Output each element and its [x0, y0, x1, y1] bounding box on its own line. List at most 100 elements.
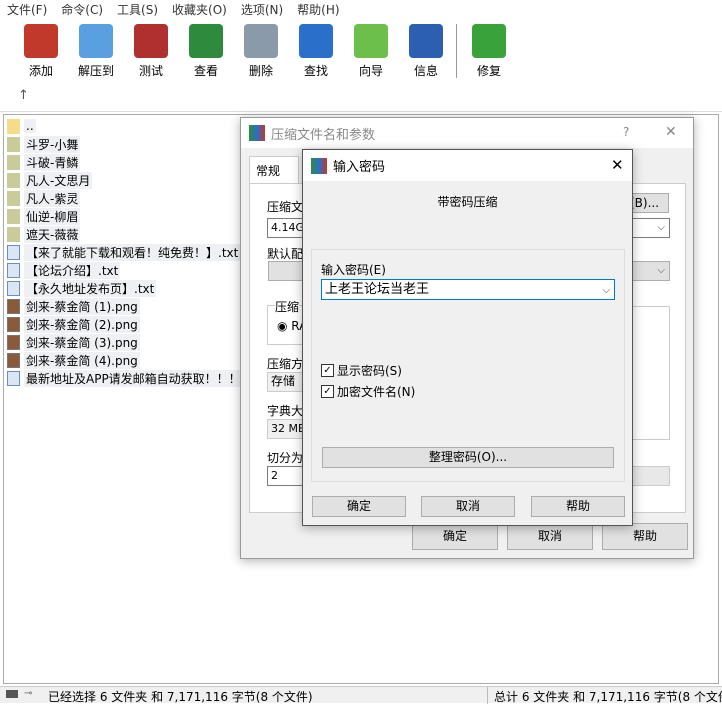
organize-passwords-button[interactable]: 整理密码(O)... [322, 447, 614, 468]
toolbar-button-label: 向导 [358, 64, 383, 78]
toolbar-button-5[interactable]: 查找 [291, 24, 341, 79]
checkbox-checked-icon[interactable]: ✓ [321, 364, 334, 377]
menu-tools[interactable]: 工具(S) [110, 0, 165, 18]
title-bar: 压缩文件名和参数 ? ✕ [241, 118, 693, 148]
file-name: 凡人-紫灵 [24, 189, 81, 207]
toolbar-button-7[interactable]: 信息 [401, 24, 451, 79]
archive-name-label: 压缩文 [267, 200, 304, 214]
magic-wand-icon [354, 24, 388, 58]
checkbox-checked-icon[interactable]: ✓ [321, 385, 334, 398]
password-dialog: 输入密码 ✕ 带密码压缩 输入密码(E) 上老王论坛当老王 ⌵ ✓ 显示密码(S) … [302, 149, 633, 526]
book-icon [189, 24, 223, 58]
file-name: 剑来-蔡金简 (3).png [24, 333, 140, 351]
toolbar-button-3[interactable]: 查看 [181, 24, 231, 79]
list-item[interactable]: 剑来-蔡金简 (2).png [7, 315, 140, 333]
toolbar: ↑ 添加 解压到 测试 查看 删除 查找 向导 信息 修复 [0, 18, 722, 112]
update-mode-select[interactable]: ⌵ [629, 218, 670, 238]
help-button[interactable]: 帮助 [531, 496, 625, 517]
toolbar-button-0[interactable]: 添加 [16, 24, 66, 79]
text-file-icon [7, 262, 20, 278]
list-item[interactable]: 剑来-蔡金简 (3).png [7, 333, 140, 351]
tab-general[interactable]: 常规 [249, 156, 299, 184]
help-icon[interactable]: ? [623, 125, 629, 139]
menu-options[interactable]: 选项(N) [234, 0, 290, 18]
file-name: 【来了就能下载和观看！纯免费！】.txt [24, 243, 241, 261]
split-input[interactable]: 2 [267, 466, 307, 486]
dictionary-label: 字典大 [267, 404, 304, 418]
cancel-button[interactable]: 取消 [421, 496, 515, 517]
magnifier-icon [299, 24, 333, 58]
dictionary-select[interactable]: 32 MB [267, 419, 307, 439]
file-name: .. [24, 119, 36, 133]
list-item[interactable]: 【来了就能下载和观看！纯免费！】.txt [7, 243, 241, 261]
folder-icon [7, 136, 20, 152]
ok-button[interactable]: 确定 [412, 523, 498, 550]
archive-books-icon [24, 24, 58, 58]
drive-icon [6, 690, 18, 698]
key-icon: ⊸ [24, 688, 33, 699]
folder-icon [7, 190, 20, 206]
list-item[interactable]: 仙逆-柳眉 [7, 207, 81, 225]
folder-icon [7, 154, 20, 170]
split-label: 切分为 [267, 451, 304, 465]
clipboard-check-icon [134, 24, 168, 58]
password-button-bg[interactable] [629, 466, 670, 486]
list-item[interactable]: 凡人-文思月 [7, 171, 93, 189]
toolbar-button-label: 修复 [476, 64, 501, 78]
file-name: 剑来-蔡金简 (2).png [24, 315, 140, 333]
list-item[interactable]: 斗破-青鳞 [7, 153, 81, 171]
winrar-icon [311, 157, 327, 174]
password-input[interactable]: 上老王论坛当老王 ⌵ [321, 279, 615, 300]
up-arrow-icon[interactable]: ↑ [18, 88, 29, 103]
dialog-title: 输入密码 [333, 160, 386, 175]
help-button[interactable]: 帮助 [602, 523, 688, 550]
toolbar-button-label: 解压到 [77, 64, 114, 78]
status-bar: ⊸ 已经选择 6 文件夹 和 7,171,116 字节(8 个文件) 总计 6 … [0, 686, 722, 704]
method-select[interactable]: 存储 [267, 372, 307, 392]
list-item[interactable]: 【论坛介绍】.txt [7, 261, 121, 279]
title-bar: 输入密码 ✕ [303, 150, 632, 181]
trash-icon [244, 24, 278, 58]
toolbar-button-1[interactable]: 解压到 [71, 24, 121, 79]
close-icon[interactable]: ✕ [665, 124, 677, 140]
file-name: 斗破-青鳞 [24, 153, 81, 171]
archive-name-input[interactable]: 4.14Ga [267, 218, 311, 238]
format-group-label: 压缩 [275, 298, 300, 315]
image-file-icon [7, 298, 20, 314]
toolbar-button-2[interactable]: 测试 [126, 24, 176, 79]
file-name: 遮天-薇薇 [24, 225, 81, 243]
list-item[interactable]: .. [7, 117, 36, 135]
show-password-checkbox[interactable]: ✓ 显示密码(S) [321, 362, 402, 379]
toolbar-button-4[interactable]: 删除 [236, 24, 286, 79]
close-icon[interactable]: ✕ [611, 156, 624, 174]
toolbar-button-8[interactable]: 修复 [464, 24, 514, 79]
file-name: 凡人-文思月 [24, 171, 93, 189]
toolbar-button-6[interactable]: 向导 [346, 24, 396, 79]
winrar-icon [249, 125, 265, 141]
image-file-icon [7, 352, 20, 368]
list-item[interactable]: 斗罗-小舞 [7, 135, 81, 153]
list-item[interactable]: 最新地址及APP请发邮箱自动获取！！！. [7, 369, 247, 387]
toolbar-button-label: 添加 [28, 64, 53, 78]
menu-file[interactable]: 文件(F) [0, 0, 54, 18]
menu-help[interactable]: 帮助(H) [290, 0, 346, 18]
list-item[interactable]: 剑来-蔡金简 (4).png [7, 351, 140, 369]
toolbar-button-label: 信息 [413, 64, 438, 78]
encrypt-filenames-checkbox[interactable]: ✓ 加密文件名(N) [321, 383, 415, 400]
ok-button[interactable]: 确定 [312, 496, 406, 517]
repair-kit-icon [472, 24, 506, 58]
text-file-icon [7, 370, 20, 386]
list-item[interactable]: 凡人-紫灵 [7, 189, 81, 207]
menu-favorites[interactable]: 收藏夹(O) [165, 0, 234, 18]
method-label: 压缩方 [267, 357, 304, 371]
file-name: 【论坛介绍】.txt [24, 261, 121, 279]
browse-button[interactable]: (B)... [629, 193, 669, 213]
folder-icon [7, 172, 20, 188]
cancel-button[interactable]: 取消 [507, 523, 593, 550]
list-item[interactable]: 剑来-蔡金简 (1).png [7, 297, 140, 315]
list-item[interactable]: 【永久地址发布页】.txt [7, 279, 157, 297]
list-item[interactable]: 遮天-薇薇 [7, 225, 81, 243]
menu-commands[interactable]: 命令(C) [54, 0, 110, 18]
options-area [629, 306, 670, 440]
profile-label: 默认配 [267, 247, 304, 261]
